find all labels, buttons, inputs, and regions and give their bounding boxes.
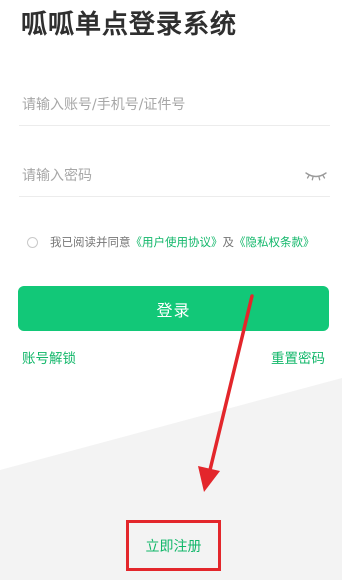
password-input[interactable] (22, 164, 282, 188)
agreement-row: 我已阅读并同意 《用户使用协议》 及 《隐私权条款》 (27, 232, 315, 252)
unlock-account-link[interactable]: 账号解锁 (22, 347, 76, 367)
agreement-checkbox[interactable] (27, 236, 38, 248)
reset-password-link[interactable]: 重置密码 (271, 347, 325, 367)
register-link[interactable]: 立即注册 (129, 523, 218, 568)
agreement-prefix: 我已阅读并同意 (50, 235, 131, 249)
account-input[interactable] (22, 93, 282, 117)
account-field (19, 83, 330, 126)
eye-closed-icon[interactable] (304, 166, 328, 184)
login-button[interactable]: 登录 (18, 286, 329, 331)
register-highlight-box: 立即注册 (126, 520, 221, 571)
privacy-link[interactable]: 《隐私权条款》 (234, 234, 315, 250)
user-agreement-link[interactable]: 《用户使用协议》 (131, 234, 223, 250)
agreement-and: 及 (222, 235, 235, 249)
page-title: 呱呱单点登录系统 (21, 10, 238, 40)
password-field (19, 154, 330, 197)
